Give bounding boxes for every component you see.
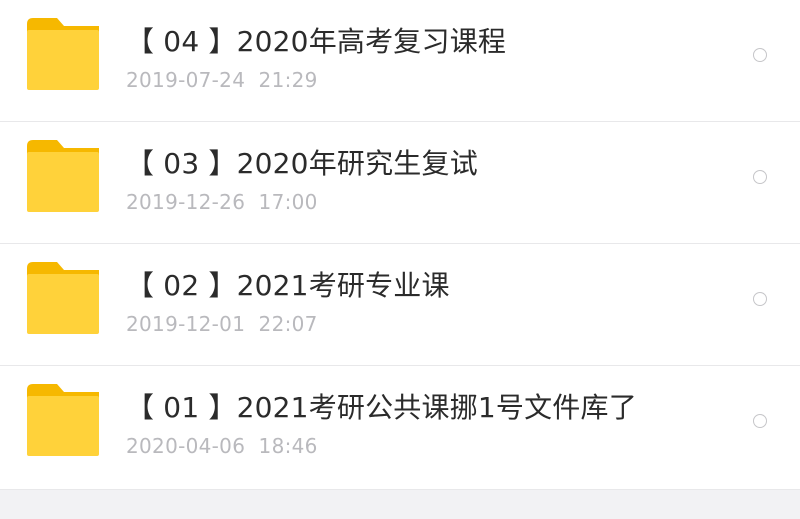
file-list: 【 04 】2020年高考复习课程 2019-07-24 21:29 【 03 … <box>0 0 800 490</box>
folder-date: 2019-07-24 21:29 <box>126 68 318 92</box>
folder-name: 【 01 】2021考研公共课挪1号文件库了 <box>126 391 637 424</box>
select-radio[interactable] <box>753 170 767 184</box>
folder-icon <box>27 262 99 334</box>
list-item[interactable]: 【 02 】2021考研专业课 2019-12-01 22:07 <box>0 244 800 366</box>
list-item[interactable]: 【 01 】2021考研公共课挪1号文件库了 2020-04-06 18:46 <box>0 366 800 490</box>
folder-date: 2019-12-01 22:07 <box>126 312 318 336</box>
folder-date: 2019-12-26 17:00 <box>126 190 318 214</box>
list-item[interactable]: 【 03 】2020年研究生复试 2019-12-26 17:00 <box>0 122 800 244</box>
select-radio[interactable] <box>753 414 767 428</box>
folder-name: 【 04 】2020年高考复习课程 <box>126 25 507 58</box>
folder-icon <box>27 18 99 90</box>
folder-name: 【 03 】2020年研究生复试 <box>126 147 478 180</box>
folder-icon <box>27 140 99 212</box>
folder-name: 【 02 】2021考研专业课 <box>126 269 450 302</box>
folder-date: 2020-04-06 18:46 <box>126 434 318 458</box>
select-radio[interactable] <box>753 292 767 306</box>
folder-icon <box>27 384 99 456</box>
select-radio[interactable] <box>753 48 767 62</box>
list-item[interactable]: 【 04 】2020年高考复习课程 2019-07-24 21:29 <box>0 0 800 122</box>
